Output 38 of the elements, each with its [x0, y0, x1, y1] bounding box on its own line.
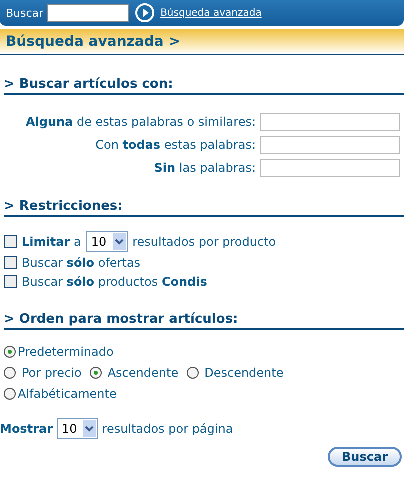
per-page-label: resultados por página	[102, 422, 234, 436]
radio-button[interactable]	[90, 367, 102, 379]
input-field[interactable]	[260, 113, 400, 131]
radio-button[interactable]	[4, 367, 16, 379]
play-icon[interactable]	[134, 3, 155, 23]
checkbox[interactable]	[4, 275, 17, 288]
search-button[interactable]: Buscar	[328, 447, 402, 467]
radio-label: Alfabéticamente	[18, 387, 117, 401]
dropdown[interactable]: 10	[57, 418, 98, 439]
checkbox[interactable]	[4, 256, 17, 269]
radio-button[interactable]	[4, 346, 16, 358]
radio-button[interactable]	[186, 367, 199, 379]
search-label: Buscar	[6, 6, 44, 20]
chevron-down-icon	[112, 233, 126, 250]
radio-label: Predeterminado	[18, 345, 114, 359]
radio-button[interactable]	[4, 388, 16, 400]
radio-label: Ascendente	[108, 366, 179, 380]
input-field[interactable]	[260, 159, 400, 177]
field-label: Sin las palabras:	[154, 161, 256, 175]
checkbox-label: resultados por producto	[132, 234, 276, 248]
chevron-down-icon	[83, 420, 96, 437]
field-label: Con todas estas palabras:	[96, 138, 256, 152]
checkbox-label: Limitar a	[22, 234, 82, 248]
radio-label: Por precio	[22, 366, 82, 380]
show-label: Mostrar	[0, 422, 53, 436]
section-heading: > Orden para mostrar artículos:	[4, 312, 404, 330]
search-field[interactable]	[46, 4, 129, 22]
page-title: Búsqueda avanzada >	[6, 34, 180, 50]
section-heading: > Restricciones:	[4, 199, 404, 217]
checkbox-label: Buscar sólo ofertas	[22, 256, 141, 270]
checkbox[interactable]	[4, 235, 17, 248]
dropdown[interactable]: 10	[86, 231, 128, 252]
advanced-search-link[interactable]: Búsqueda avanzada	[160, 8, 262, 18]
checkbox-label: Buscar sólo productos Condis	[22, 274, 208, 288]
input-field[interactable]	[260, 136, 400, 154]
radio-label: Descendente	[204, 366, 284, 380]
field-label: Alguna de estas palabras o similares:	[26, 115, 256, 129]
section-heading: > Buscar artículos con:	[4, 77, 404, 95]
